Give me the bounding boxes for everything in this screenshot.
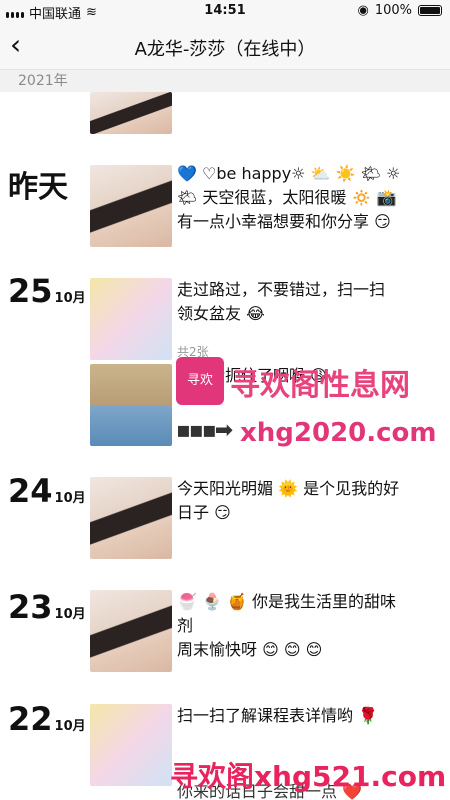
day-number: 25 xyxy=(8,272,53,310)
battery-icon xyxy=(418,5,442,16)
nav-bar: ‹ A龙华-莎莎（在线中） xyxy=(0,22,450,70)
month-label: 10月 xyxy=(54,491,86,506)
photo-thumbnail[interactable] xyxy=(90,92,172,134)
battery-percent: 100% xyxy=(374,3,412,18)
watermark-bottom: 寻欢阁xhg521.com xyxy=(170,760,447,793)
qr-poster-thumbnail[interactable] xyxy=(90,704,172,786)
watermark-badge: 寻欢 xyxy=(176,357,224,405)
day-label: 23 10月 xyxy=(8,588,86,626)
watermark-title: 寻欢阁性息网 xyxy=(230,368,410,403)
day-number: 24 xyxy=(8,472,53,510)
orientation-lock-icon: ◉ xyxy=(357,3,369,18)
month-label: 10月 xyxy=(54,291,86,306)
month-label: 10月 xyxy=(54,607,86,622)
watermark-url: xhg2020.com xyxy=(240,418,437,448)
day-number: 22 xyxy=(8,700,53,738)
day-label: 22 10月 xyxy=(8,700,86,738)
photo-thumbnail[interactable] xyxy=(90,477,172,559)
post-text[interactable]: 扫一扫了解课程表详情哟 🌹 xyxy=(177,704,427,728)
photo-thumbnail[interactable] xyxy=(90,165,172,247)
photo-thumbnail[interactable] xyxy=(90,590,172,672)
post-text[interactable]: 走过路过，不要错过，扫一扫 领女盆友 😂 xyxy=(177,278,427,326)
day-label: 昨天 xyxy=(8,170,68,205)
post-text[interactable]: 🍧 🍨 🍯 你是我生活里的甜味 剂 周末愉快呀 😊 😊 😊 xyxy=(177,590,427,662)
photo-thumbnail[interactable] xyxy=(90,364,172,446)
day-label: 25 10月 xyxy=(8,272,86,310)
post-text[interactable]: 今天阳光明媚 🌞 是个见我的好 日子 😏 xyxy=(177,477,427,525)
page-title: A龙华-莎莎（在线中） xyxy=(134,39,316,60)
day-number: 23 xyxy=(8,588,53,626)
day-label: 24 10月 xyxy=(8,472,86,510)
status-right: ◉ 100% xyxy=(357,3,442,18)
watermark-arrow: ▪▪▪➡ xyxy=(176,418,233,443)
year-label: 2021年 xyxy=(0,70,450,92)
qr-poster-thumbnail[interactable] xyxy=(90,278,172,360)
status-bar: 中国联通 ≋ 14:51 ◉ 100% xyxy=(0,0,450,22)
post-text[interactable]: 💙 ♡be happy☼ ⛅ ☀️ 🌤 ☼ 🌤 天空很蓝，太阳很暖 🔅 📸 有一… xyxy=(177,162,427,234)
month-label: 10月 xyxy=(54,719,86,734)
